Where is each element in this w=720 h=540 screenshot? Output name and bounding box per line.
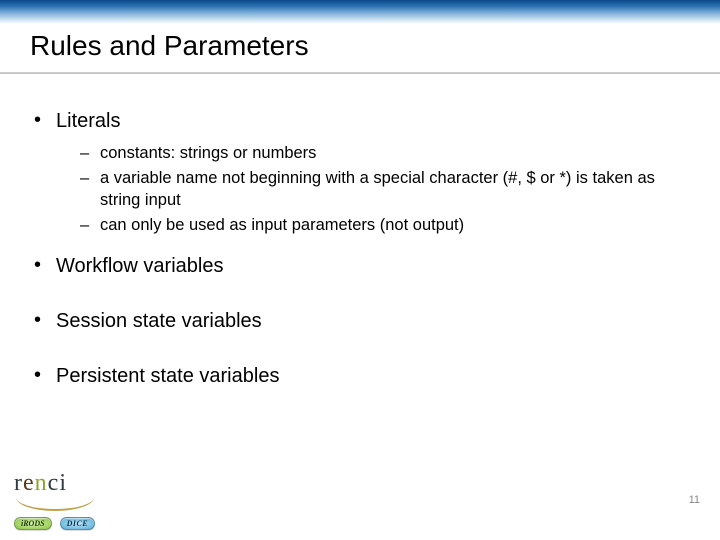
bullet-label: Persistent state variables [56,365,279,387]
bullet-label: Workflow variables [56,255,223,277]
renci-logo: renci [14,470,67,497]
page-number: 11 [689,494,700,506]
sub-bullet: a variable name not beginning with a spe… [56,168,690,211]
bullet-persistent-state-variables: Persistent state variables [30,365,690,388]
renci-swoosh-icon [16,495,94,511]
bullet-label: Session state variables [56,310,262,332]
dice-badge: DICE [60,517,96,530]
bullet-literals: Literals constants: strings or numbers a… [30,110,690,237]
bullet-workflow-variables: Workflow variables [30,255,690,278]
bullet-label: Literals [56,110,120,132]
irods-badge: iRODS [14,517,52,530]
slide-body: Literals constants: strings or numbers a… [30,110,690,398]
bullet-session-state-variables: Session state variables [30,310,690,333]
slide-title: Rules and Parameters [30,30,309,62]
sub-bullet: constants: strings or numbers [56,143,690,164]
header-gradient [0,0,720,24]
title-underline [0,72,720,74]
sub-bullet: can only be used as input parameters (no… [56,215,690,236]
footer-tags: iRODS DICE [14,517,95,530]
footer: renci iRODS DICE [14,470,95,530]
